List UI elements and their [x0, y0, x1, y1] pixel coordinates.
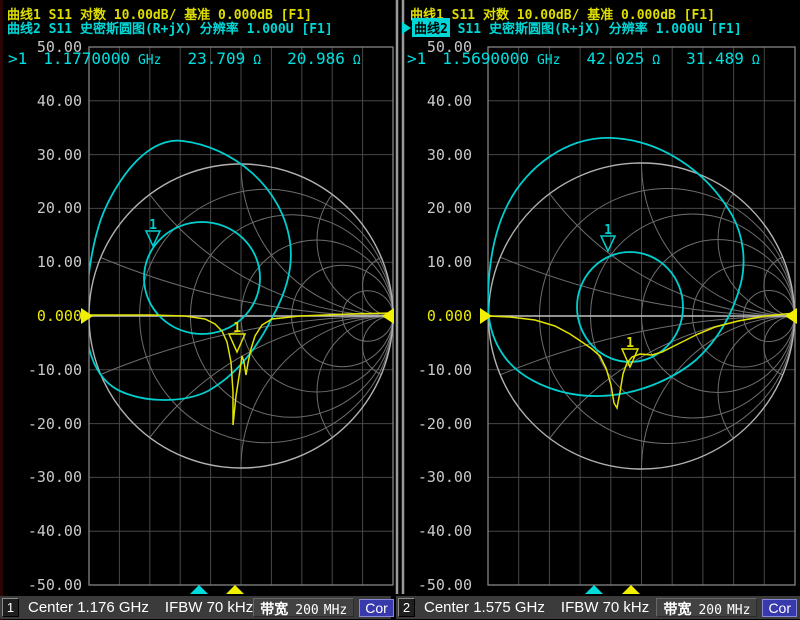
span-label: 带宽 — [663, 599, 691, 619]
ch2-logmag-marker1-label: 1 — [626, 336, 634, 351]
marker-id: >1 — [407, 49, 426, 68]
marker-resistance: 23.709 — [187, 49, 245, 68]
ch2-smith-grid — [30, 0, 800, 620]
ch1-status-bar: 1 Center 1.176 GHz IFBW 70 kHz 带宽 200 MH… — [0, 596, 391, 619]
vna-screen: 1 1 1 1 曲线1 S11 对数 10.00dB/ 基准 0.000dB [… — [0, 0, 800, 620]
active-trace-pointer-icon — [402, 22, 411, 34]
ch1-ifbw[interactable]: IFBW 70 kHz — [165, 599, 253, 616]
ch2-trace2-settings: 曲线2 S11 史密斯圆图(R+jX) 分辨率 1.000U [F1] — [402, 18, 742, 37]
marker-frequency: 1.5690000 — [442, 49, 529, 68]
ohm-unit: Ω — [253, 53, 261, 68]
ch1-trace2-settings: 曲线2 S11 史密斯圆图(R+jX) 分辨率 1.000U [F1] — [7, 18, 333, 37]
ch1-marker-readout: >1 1.1770000 GHz 23.709 Ω 20.986 Ω — [8, 49, 361, 68]
ch2-status-bar: 2 Center 1.575 GHz IFBW 70 kHz 带宽 200 MH… — [396, 596, 800, 619]
span-unit: MHz — [727, 603, 750, 618]
ch1-smith-trace-inner-loop — [144, 222, 260, 334]
marker-frequency: 1.1770000 — [43, 49, 130, 68]
span-label: 带宽 — [260, 599, 288, 619]
ohm-unit: Ω — [353, 53, 361, 68]
ch2-smith-marker1-label: 1 — [604, 223, 612, 238]
marker-id: >1 — [8, 49, 27, 68]
ch1-channel-number[interactable]: 1 — [2, 598, 19, 617]
span-unit: MHz — [324, 603, 347, 618]
ch1-trace2-params: S11 史密斯圆图(R+jX) 分辨率 1.000U [F1] — [41, 18, 333, 37]
marker-resistance: 42.025 — [586, 49, 644, 68]
ch2-ifbw[interactable]: IFBW 70 kHz — [561, 599, 649, 616]
span-value: 200 — [698, 603, 721, 618]
ch2-cor-badge[interactable]: Cor — [762, 599, 797, 617]
frequency-unit: GHz — [138, 53, 161, 68]
ch2-channel-number[interactable]: 2 — [398, 598, 415, 617]
ch1-cor-badge[interactable]: Cor — [359, 599, 394, 617]
ch1-smith-grid — [0, 0, 800, 620]
ch2-marker-readout: >1 1.5690000 GHz 42.025 Ω 31.489 Ω — [407, 49, 760, 68]
ch1-smith-marker1-icon[interactable] — [146, 231, 160, 246]
marker-reactance: 31.489 — [686, 49, 744, 68]
chart-canvas: 1 1 1 1 — [0, 0, 800, 620]
panel-divider — [397, 0, 403, 594]
frequency-unit: GHz — [537, 53, 560, 68]
ch1-logmag-marker1-icon[interactable] — [229, 334, 245, 352]
marker-reactance: 20.986 — [287, 49, 345, 68]
ch1-center-frequency[interactable]: Center 1.176 GHz — [28, 599, 149, 616]
ch2-trace2-name[interactable]: 曲线2 — [412, 18, 450, 37]
ch1-logmag-marker1-label: 1 — [233, 321, 241, 336]
ch1-trace2-name[interactable]: 曲线2 — [7, 18, 41, 37]
ohm-unit: Ω — [752, 53, 760, 68]
ch2-span-field[interactable]: 带宽 200 MHz — [656, 598, 757, 617]
ohm-unit: Ω — [652, 53, 660, 68]
ch1-smith-marker1-label: 1 — [149, 218, 157, 233]
span-value: 200 — [295, 603, 318, 618]
ch2-center-frequency[interactable]: Center 1.575 GHz — [424, 599, 545, 616]
bottom-marker-triangle-yellow[interactable] — [226, 585, 640, 594]
ch1-span-field[interactable]: 带宽 200 MHz — [253, 598, 354, 617]
ch2-trace2-params: S11 史密斯圆图(R+jX) 分辨率 1.000U [F1] — [450, 18, 742, 37]
